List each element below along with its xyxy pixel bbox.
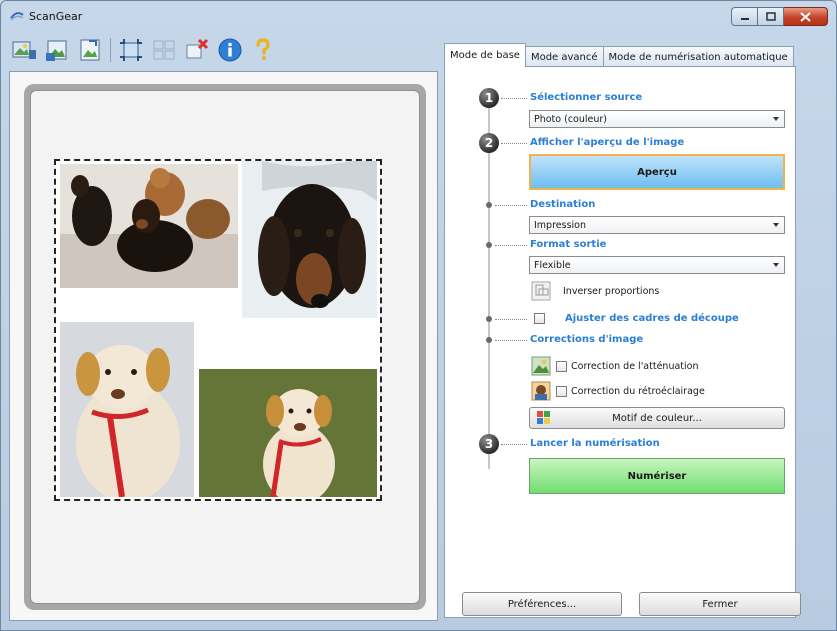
minimize-button[interactable] <box>731 7 758 26</box>
preferences-button[interactable]: Préférences... <box>462 592 622 616</box>
chevron-down-icon <box>773 263 779 267</box>
tab-advanced-mode[interactable]: Mode avancé <box>524 46 604 67</box>
toolbar <box>9 33 278 67</box>
color-pattern-icon <box>537 411 550 424</box>
minimize-icon <box>740 17 749 20</box>
destination-label: Destination <box>530 199 596 210</box>
scan-button[interactable]: Numériser <box>529 458 785 494</box>
step-1-leader <box>501 98 527 99</box>
preview-photo-labrador-2 <box>199 369 377 497</box>
backlight-correction-checkbox[interactable] <box>556 386 567 397</box>
preview-button[interactable]: Aperçu <box>529 154 785 190</box>
preview-photo-dachshund <box>242 161 377 318</box>
step-2-label: Afficher l'aperçu de l'image <box>530 137 685 148</box>
select-all-icon <box>153 40 175 60</box>
scan-photo-icon <box>12 41 36 59</box>
scan-to-image-icon <box>46 40 67 61</box>
fade-correction-checkbox[interactable] <box>556 361 567 372</box>
crop-frames-checkbox[interactable] <box>534 313 545 324</box>
corrections-label: Corrections d'image <box>530 334 644 345</box>
chevron-down-icon <box>773 223 779 227</box>
step-2-badge: 2 <box>479 133 499 153</box>
toolbar-separator <box>110 38 111 62</box>
invert-aspect-icon[interactable] <box>531 281 551 301</box>
step-3-leader <box>501 444 527 445</box>
settings-panel: Mode de base Mode avancé Mode de numéris… <box>444 43 828 626</box>
destination-dot <box>486 202 492 208</box>
color-pattern-label: Motif de couleur... <box>612 412 702 424</box>
preview-platen <box>24 84 426 610</box>
select-all-frames-button[interactable] <box>149 35 179 65</box>
window-controls <box>731 7 828 26</box>
corrections-dot <box>486 337 492 343</box>
step-3-badge: 3 <box>479 434 499 454</box>
output-size-select-value: Flexible <box>534 259 571 271</box>
tab-auto-scan-mode[interactable]: Mode de numérisation automatique <box>602 46 794 67</box>
backlight-correction-icon <box>531 381 551 401</box>
mode-tabs: Mode de base Mode avancé Mode de numéris… <box>444 43 794 67</box>
backlight-correction-label: Correction du rétroéclairage <box>571 386 705 397</box>
help-icon <box>256 38 270 60</box>
close-window-button[interactable] <box>784 7 828 26</box>
preview-glass <box>30 90 420 604</box>
maximize-icon <box>765 12 776 21</box>
thumbnail-icon <box>80 39 100 61</box>
crop-leader <box>495 319 527 320</box>
clear-frame-icon <box>186 38 209 59</box>
preview-photo-dogs-group <box>60 164 238 288</box>
step-1-badge: 1 <box>479 88 499 108</box>
crop-frames-label: Ajuster des cadres de découpe <box>565 313 739 324</box>
scan-photo-button[interactable] <box>9 35 39 65</box>
corrections-leader <box>495 340 527 341</box>
step-1-label: Sélectionner source <box>530 92 643 103</box>
step-2-leader <box>501 143 527 144</box>
crop-icon <box>120 39 142 61</box>
fade-correction-label: Correction de l'atténuation <box>571 361 699 372</box>
scangear-app-icon <box>10 12 24 21</box>
destination-leader <box>495 205 527 206</box>
source-select-value: Photo (couleur) <box>534 113 607 125</box>
help-button[interactable] <box>248 35 278 65</box>
maximize-button[interactable] <box>758 7 784 26</box>
basic-mode-content: 1 Sélectionner source Photo (couleur) 2 … <box>444 66 796 618</box>
color-pattern-button[interactable]: Motif de couleur... <box>529 407 785 429</box>
crop-frame[interactable] <box>54 159 382 501</box>
crop-dot <box>486 316 492 322</box>
chevron-down-icon <box>773 117 779 121</box>
tab-basic-mode[interactable]: Mode de base <box>444 43 526 67</box>
crop-button[interactable] <box>116 35 146 65</box>
format-dot <box>486 242 492 248</box>
invert-aspect-label: Inverser proportions <box>563 286 660 297</box>
title-bar: ScanGear <box>1 1 836 31</box>
close-icon <box>800 11 811 22</box>
step-3-label: Lancer la numérisation <box>530 438 660 449</box>
format-label: Format sortie <box>530 239 607 250</box>
format-leader <box>495 245 527 246</box>
preview-photo-labrador-1 <box>60 322 194 497</box>
thumbnail-button[interactable] <box>75 35 105 65</box>
scan-to-image-button[interactable] <box>42 35 72 65</box>
close-button[interactable]: Fermer <box>639 592 801 616</box>
destination-select-value: Impression <box>534 219 586 231</box>
fade-correction-icon <box>531 356 551 376</box>
scangear-window: ScanGear Mode de base Mode avancé Mode d… <box>0 0 837 631</box>
clear-frame-button[interactable] <box>182 35 212 65</box>
source-select[interactable]: Photo (couleur) <box>529 110 785 128</box>
info-button[interactable] <box>215 35 245 65</box>
output-size-select[interactable]: Flexible <box>529 256 785 274</box>
preview-panel <box>9 71 438 621</box>
window-title: ScanGear <box>29 10 83 23</box>
destination-select[interactable]: Impression <box>529 216 785 234</box>
info-icon <box>218 38 242 62</box>
